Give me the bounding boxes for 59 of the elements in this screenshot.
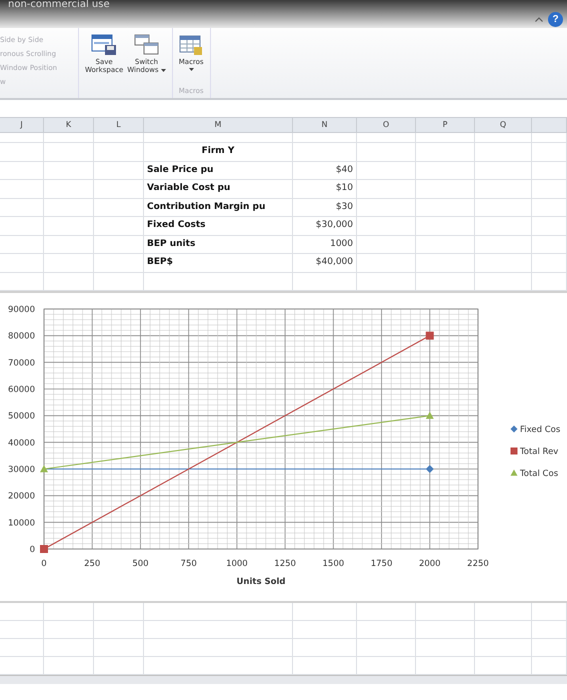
table-cell-text: Firm Y [200,145,236,158]
table-cell-text: Sale Price pu [146,164,214,176]
x-axis-title: Units Sold [236,577,286,587]
square-marker [40,545,48,553]
y-tick-label: 20000 [8,492,35,502]
y-tick-label: 30000 [8,465,35,475]
save-workspace-icon [91,34,118,56]
column-header[interactable]: P [416,118,475,132]
table-cell-text: $40,000 [314,256,354,269]
table-cell-text: Fixed Costs [146,219,207,232]
square-marker [426,332,434,340]
switch-windows-icon [134,34,160,56]
triangle-marker [426,412,434,419]
macros-icon [179,34,204,56]
x-tick-label: 1250 [274,559,296,569]
column-header[interactable]: L [94,118,144,132]
x-tick-label: 750 [180,559,197,569]
help-button[interactable]: ? [548,12,563,27]
y-tick-label: 0 [30,545,35,555]
x-tick-label: 500 [132,559,149,569]
x-tick-label: 2250 [467,559,489,569]
x-tick-label: 2000 [418,559,441,569]
table-cell-text: $30,000 [314,219,354,232]
horizontal-scrollbar[interactable] [0,675,567,684]
column-header[interactable]: K [44,118,94,132]
y-tick-label: 40000 [8,438,35,448]
table-cell-text: Variable Cost pu [146,182,232,195]
triangle-marker [40,465,48,472]
table-cell-text: $10 [334,182,354,195]
table-cell-text: $40 [334,164,354,176]
triangle-marker [510,470,518,476]
diamond-marker [426,465,434,473]
x-tick-label: 1000 [226,559,248,569]
y-tick-label: 90000 [8,305,35,315]
column-header[interactable]: M [144,118,293,132]
legend-label: Fixed Cos [520,425,560,435]
square-marker [510,448,518,454]
column-header[interactable]: Q [475,118,532,132]
x-tick-label: 250 [84,559,100,569]
x-tick-label: 1500 [322,559,344,569]
column-header[interactable]: O [357,118,416,132]
x-tick-label: 0 [41,559,47,569]
diamond-marker [510,426,518,432]
x-tick-label: 1750 [370,559,392,569]
table-cell-text: 1000 [329,238,354,250]
column-header[interactable]: J [0,118,44,132]
y-tick-label: 70000 [8,358,35,368]
legend-label: Total Cos [520,469,558,479]
y-tick-label: 80000 [8,332,35,342]
y-tick-label: 60000 [8,385,35,395]
table-cell-text: Contribution Margin pu [146,200,266,214]
y-tick-label: 50000 [8,412,35,422]
legend-label: Total Rev [520,447,558,457]
collapse-ribbon-icon[interactable] [535,17,543,22]
table-cell-text: BEP$ [146,256,174,269]
table-cell-text: BEP units [146,238,196,250]
column-header[interactable]: N [293,118,357,132]
table-cell-text: $30 [334,200,354,214]
y-tick-label: 10000 [8,518,35,528]
